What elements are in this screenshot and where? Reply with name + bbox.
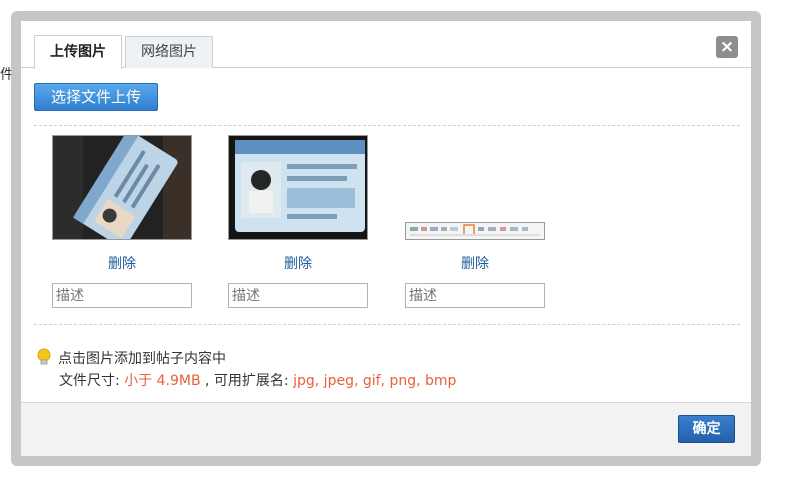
description-input-3[interactable] bbox=[405, 283, 545, 308]
thumbnail-image-1[interactable] bbox=[52, 135, 192, 240]
id-card-photo-icon bbox=[229, 136, 367, 239]
delete-link-3[interactable]: 删除 bbox=[405, 253, 545, 273]
extension-list-value: jpg, jpeg, gif, png, bmp bbox=[293, 373, 457, 389]
size-label: 文件尺寸: bbox=[59, 373, 125, 389]
tab-web-image[interactable]: 网络图片 bbox=[125, 36, 213, 68]
lightbulb-icon bbox=[37, 348, 51, 365]
tab-bar: 上传图片 网络图片 bbox=[21, 21, 751, 69]
upload-dialog: 上传图片 网络图片 × 选择文件上传 删除 描述 删除 描述 删除 描述 点击图… bbox=[21, 21, 751, 456]
tip-click-text: 点击图片添加到帖子内容中 bbox=[58, 351, 226, 367]
extension-label: , 可用扩展名: bbox=[200, 373, 294, 389]
select-file-upload-button[interactable]: 选择文件上传 bbox=[34, 83, 158, 111]
id-card-photo-tilted-icon bbox=[53, 136, 191, 239]
upload-dialog-frame: 上传图片 网络图片 × 选择文件上传 删除 描述 删除 描述 删除 描述 点击图… bbox=[11, 11, 761, 466]
size-limit-value: 小于 4.9MB bbox=[124, 373, 201, 389]
delete-link-2[interactable]: 删除 bbox=[228, 253, 368, 273]
description-input-2[interactable] bbox=[228, 283, 368, 308]
tip-line-click: 点击图片添加到帖子内容中 bbox=[36, 348, 226, 368]
tab-upload-image[interactable]: 上传图片 bbox=[34, 35, 122, 69]
description-input-1[interactable] bbox=[52, 283, 192, 308]
thumbnail-image-3[interactable] bbox=[405, 222, 545, 240]
close-icon[interactable]: × bbox=[716, 36, 738, 58]
divider-top bbox=[34, 125, 740, 126]
delete-link-1[interactable]: 删除 bbox=[52, 253, 192, 273]
divider-bottom bbox=[34, 324, 740, 325]
tip-line-size: 文件尺寸: 小于 4.9MB , 可用扩展名: jpg, jpeg, gif, … bbox=[59, 370, 456, 390]
thumbnail-image-2[interactable] bbox=[228, 135, 368, 240]
confirm-button[interactable]: 确定 bbox=[678, 415, 735, 443]
toolbar-screenshot-icon bbox=[406, 223, 544, 239]
dialog-footer: 确定 bbox=[21, 402, 751, 456]
